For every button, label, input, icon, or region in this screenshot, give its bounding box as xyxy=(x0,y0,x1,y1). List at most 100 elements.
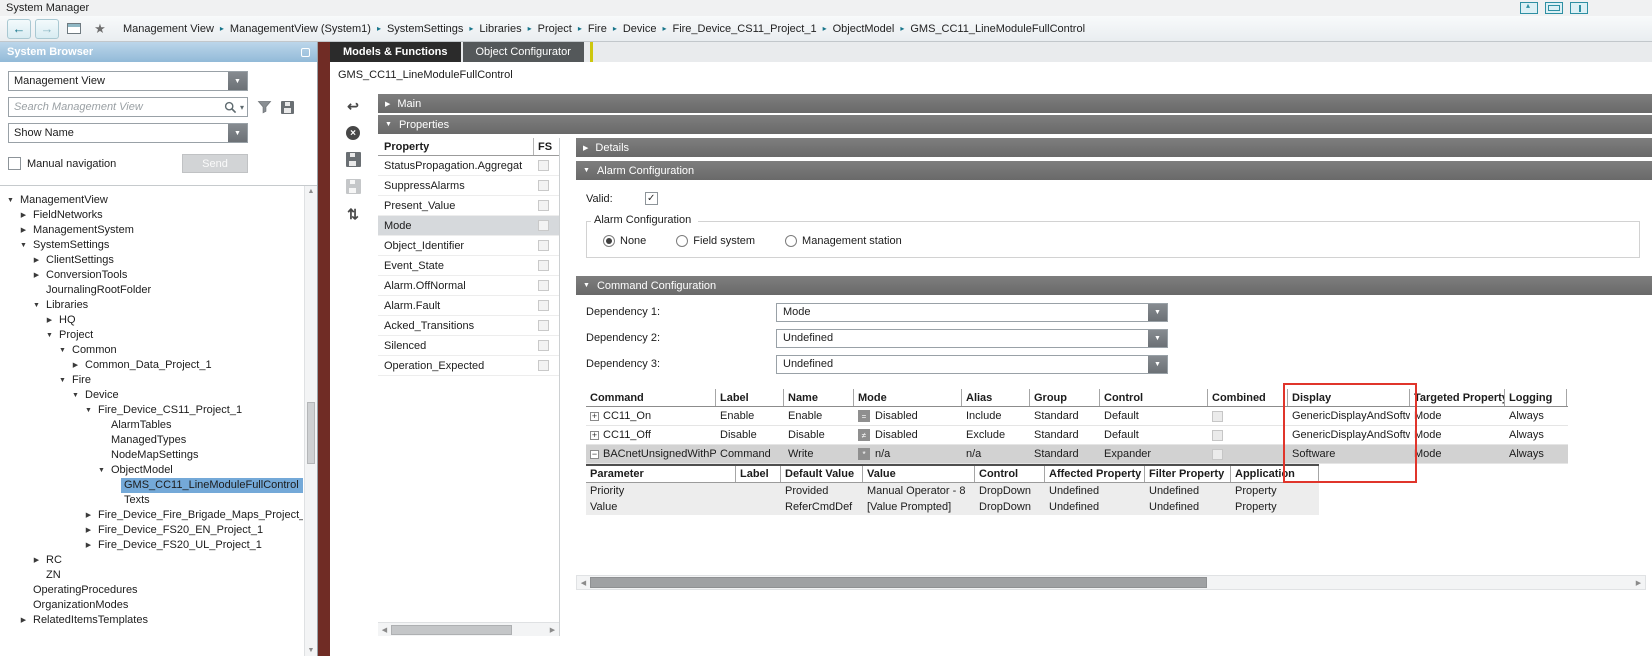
column-header-display[interactable]: Display xyxy=(1288,389,1410,406)
tree-item-organizationmodes[interactable]: OrganizationModes xyxy=(2,598,303,613)
fs-checkbox[interactable] xyxy=(538,280,549,291)
chevron-down-icon[interactable] xyxy=(228,72,247,90)
fs-checkbox[interactable] xyxy=(538,340,549,351)
chevron-right-icon[interactable]: ▶ xyxy=(82,538,95,553)
chevron-right-icon[interactable]: ▶ xyxy=(82,508,95,523)
fs-checkbox[interactable] xyxy=(538,200,549,211)
chevron-down-icon[interactable] xyxy=(1148,356,1167,373)
param-header-application[interactable]: Application xyxy=(1231,466,1319,482)
chevron-down-icon[interactable] xyxy=(228,124,247,142)
scroll-down-icon[interactable]: ▼ xyxy=(305,645,317,656)
search-options-chevron-icon[interactable]: ▾ xyxy=(240,103,244,112)
section-alarm-configuration[interactable]: ▼ Alarm Configuration xyxy=(576,161,1652,180)
tree-item-managementview[interactable]: ▼ManagementView xyxy=(2,193,303,208)
collapse-row-icon[interactable]: − xyxy=(590,450,599,459)
chevron-down-icon[interactable]: ▼ xyxy=(56,373,69,388)
tree-item-device[interactable]: ▼Device xyxy=(2,388,303,403)
tab-object-configurator[interactable]: Object Configurator xyxy=(463,42,584,62)
chevron-right-icon[interactable]: ▶ xyxy=(17,208,30,223)
combined-checkbox[interactable] xyxy=(1212,449,1223,460)
tab-models-functions[interactable]: Models & Functions xyxy=(330,42,461,62)
breadcrumb-item-systemsettings[interactable]: SystemSettings xyxy=(387,23,463,35)
radio-field-system[interactable]: Field system xyxy=(676,235,755,247)
tree-item-clientsettings[interactable]: ▶ClientSettings xyxy=(2,253,303,268)
valid-checkbox[interactable]: ✓ xyxy=(645,192,658,205)
column-header-logging[interactable]: Logging xyxy=(1505,389,1567,406)
section-main[interactable]: ▶ Main xyxy=(378,94,1652,113)
command-area-scrollbar[interactable]: ◀ ▶ xyxy=(576,575,1646,590)
column-header-targeted-property[interactable]: Targeted Property xyxy=(1410,389,1505,406)
tree-item-project[interactable]: ▼Project xyxy=(2,328,303,343)
filter-funnel-icon[interactable] xyxy=(257,100,272,114)
fs-checkbox[interactable] xyxy=(538,240,549,251)
view-selector-combo[interactable]: Management View xyxy=(8,71,248,91)
property-row-event-state[interactable]: Event_State xyxy=(378,256,559,276)
tree-item-fire-device-fs20-en-project-1[interactable]: ▶Fire_Device_FS20_EN_Project_1 xyxy=(2,523,303,538)
breadcrumb-item-fire-device-cs11-project-1[interactable]: Fire_Device_CS11_Project_1 xyxy=(672,23,816,35)
sort-columns-icon[interactable]: ⇅ xyxy=(344,206,362,222)
combined-checkbox[interactable] xyxy=(1212,411,1223,422)
send-button[interactable]: Send xyxy=(182,154,248,173)
fs-checkbox[interactable] xyxy=(538,360,549,371)
breadcrumb-item-libraries[interactable]: Libraries xyxy=(479,23,521,35)
fs-checkbox[interactable] xyxy=(538,220,549,231)
tree-item-managedtypes[interactable]: ManagedTypes xyxy=(2,433,303,448)
scrollbar-thumb[interactable] xyxy=(590,577,1207,588)
breadcrumb-item-management-view[interactable]: Management View xyxy=(123,23,214,35)
dependency-combo[interactable]: Undefined xyxy=(776,329,1168,348)
forward-button[interactable] xyxy=(35,19,59,39)
tree-item-common[interactable]: ▼Common xyxy=(2,343,303,358)
property-row-operation-expected[interactable]: Operation_Expected xyxy=(378,356,559,376)
save-all-icon[interactable] xyxy=(346,179,361,194)
cancel-icon[interactable]: × xyxy=(346,126,360,140)
section-command-configuration[interactable]: ▼ Command Configuration xyxy=(576,276,1652,295)
fs-checkbox[interactable] xyxy=(538,180,549,191)
chevron-right-icon[interactable]: ▶ xyxy=(69,358,82,373)
tree-item-conversiontools[interactable]: ▶ConversionTools xyxy=(2,268,303,283)
column-header-mode[interactable]: Mode xyxy=(854,389,962,406)
tree-item-gms-cc11-linemodulefullcontrol[interactable]: GMS_CC11_LineModuleFullControl xyxy=(2,478,303,493)
expand-row-icon[interactable]: + xyxy=(590,412,599,421)
scroll-left-icon[interactable]: ◀ xyxy=(380,626,389,634)
column-header-combined[interactable]: Combined xyxy=(1208,389,1288,406)
scrollbar-track[interactable] xyxy=(391,625,546,635)
tree-item-zn[interactable]: ZN xyxy=(2,568,303,583)
tree-item-fire[interactable]: ▼Fire xyxy=(2,373,303,388)
chevron-down-icon[interactable]: ▼ xyxy=(17,238,30,253)
breadcrumb-item-fire[interactable]: Fire xyxy=(588,23,607,35)
chevron-down-icon[interactable]: ▼ xyxy=(30,298,43,313)
command-row-bacnetunsignedwithpr[interactable]: −BACnetUnsignedWithPrCommandWrite*n/an/a… xyxy=(586,445,1568,464)
tree-item-hq[interactable]: ▶HQ xyxy=(2,313,303,328)
param-header-value[interactable]: Value xyxy=(863,466,975,482)
column-header-alias[interactable]: Alias xyxy=(962,389,1030,406)
chevron-right-icon[interactable]: ▶ xyxy=(43,313,56,328)
param-header-affected-property[interactable]: Affected Property xyxy=(1045,466,1145,482)
chevron-down-icon[interactable]: ▼ xyxy=(56,343,69,358)
chevron-down-icon[interactable]: ▼ xyxy=(95,463,108,478)
chevron-down-icon[interactable] xyxy=(1148,304,1167,321)
favorites-star-icon[interactable] xyxy=(89,20,111,38)
property-column-header[interactable]: Property xyxy=(378,141,533,153)
collapse-panel-icon[interactable] xyxy=(1520,2,1538,14)
tree-item-texts[interactable]: Texts xyxy=(2,493,303,508)
tree-item-fire-device-fs20-ul-project-1[interactable]: ▶Fire_Device_FS20_UL_Project_1 xyxy=(2,538,303,553)
section-properties[interactable]: ▼ Properties xyxy=(378,115,1652,134)
param-header-label[interactable]: Label xyxy=(736,466,781,482)
breadcrumb-item-gms-cc11-linemodulefullcontrol[interactable]: GMS_CC11_LineModuleFullControl xyxy=(910,23,1085,35)
chevron-down-icon[interactable]: ▼ xyxy=(43,328,56,343)
pane-indicator-strip[interactable] xyxy=(318,42,330,656)
property-row-mode[interactable]: Mode xyxy=(378,216,559,236)
fs-column-header[interactable]: FS xyxy=(533,138,559,155)
tree-item-common-data-project-1[interactable]: ▶Common_Data_Project_1 xyxy=(2,358,303,373)
column-header-label[interactable]: Label xyxy=(716,389,784,406)
command-row-cc11-off[interactable]: +CC11_OffDisableDisable≠DisabledExcludeS… xyxy=(586,426,1568,445)
pin-icon[interactable] xyxy=(301,48,310,57)
parameter-row-priority[interactable]: PriorityProvidedManual Operator - 8DropD… xyxy=(586,483,1319,499)
tree-item-fire-device-cs11-project-1[interactable]: ▼Fire_Device_CS11_Project_1 xyxy=(2,403,303,418)
parameter-row-value[interactable]: ValueReferCmdDef[Value Prompted]DropDown… xyxy=(586,499,1319,515)
fs-checkbox[interactable] xyxy=(538,320,549,331)
tree-item-operatingprocedures[interactable]: OperatingProcedures xyxy=(2,583,303,598)
property-row-statuspropagation-aggregat[interactable]: StatusPropagation.Aggregat xyxy=(378,156,559,176)
search-input[interactable] xyxy=(9,101,221,113)
tree-item-libraries[interactable]: ▼Libraries xyxy=(2,298,303,313)
